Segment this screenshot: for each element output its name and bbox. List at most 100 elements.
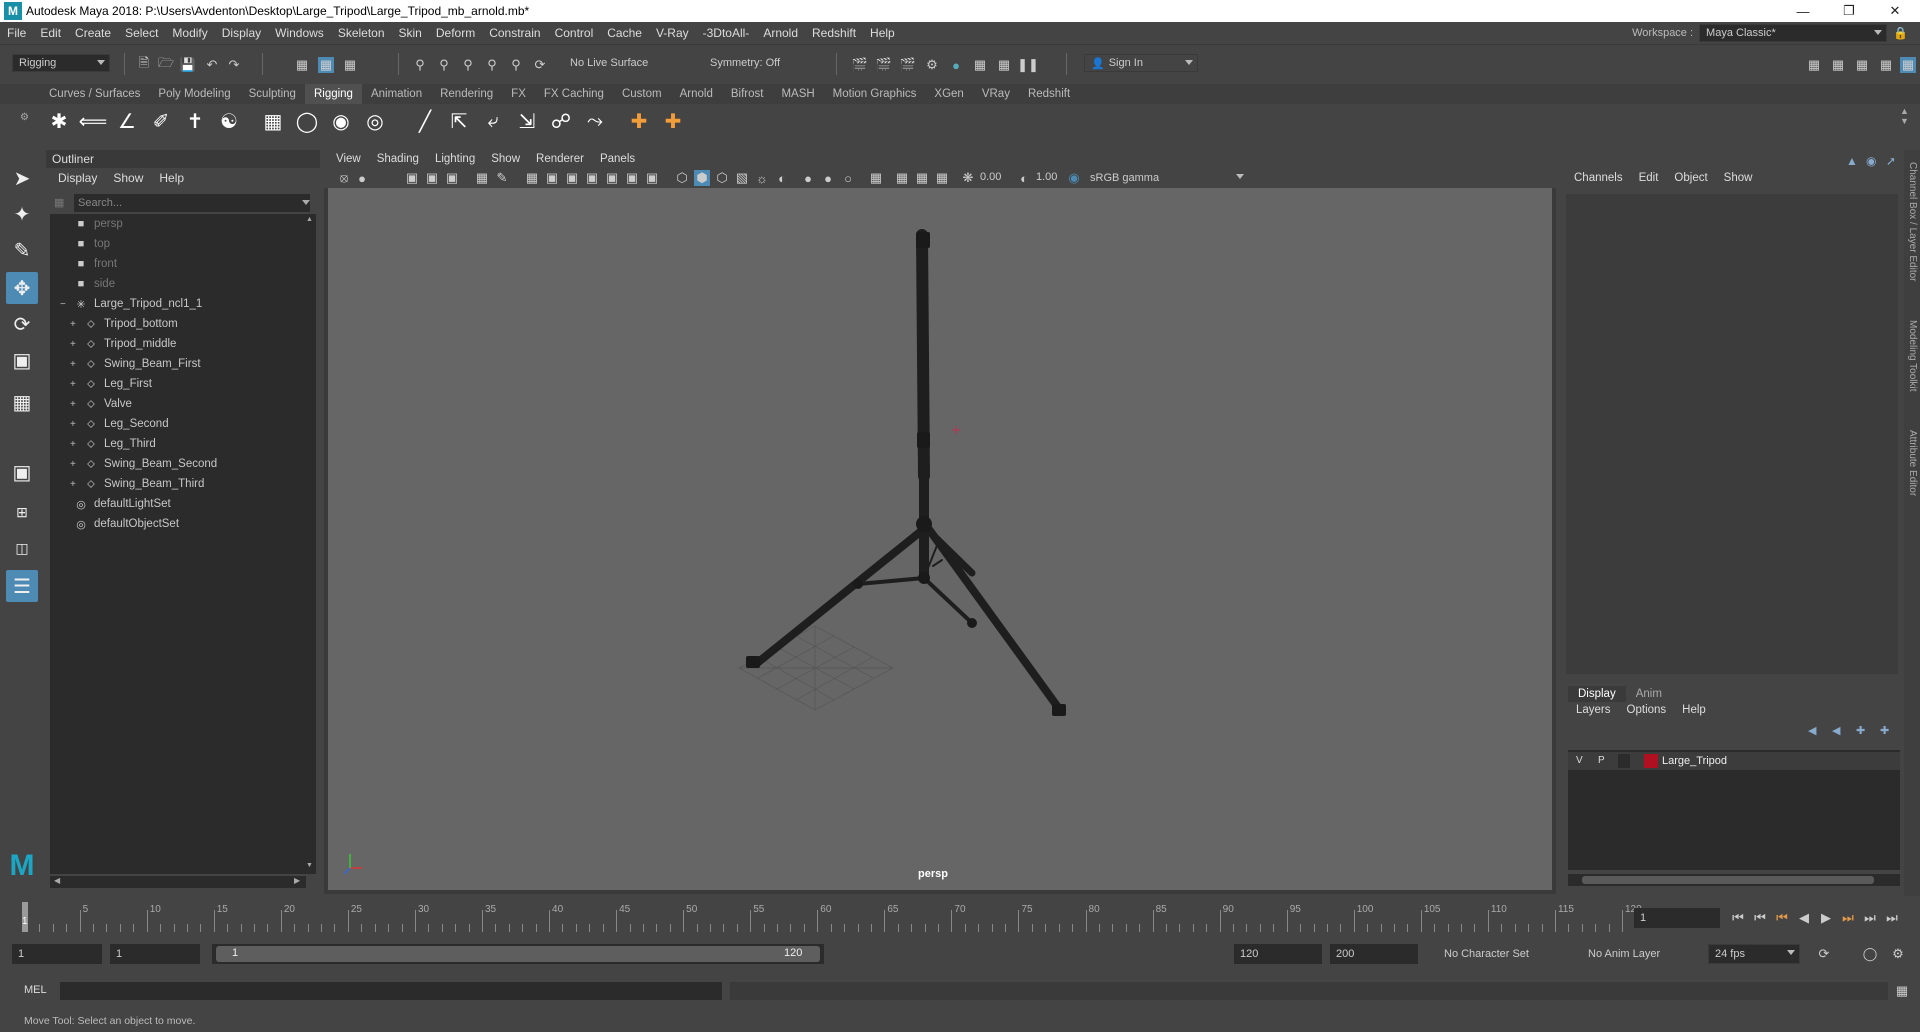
expand-icon[interactable]: + [70, 379, 80, 390]
outliner-vscrollbar[interactable] [304, 214, 316, 874]
scale-constraint-icon[interactable]: ⇲ [512, 106, 542, 136]
expand-icon[interactable]: + [70, 359, 80, 370]
textured-icon[interactable]: ▧ [734, 170, 750, 186]
scroll-thumb[interactable] [1582, 876, 1874, 884]
outliner-item[interactable]: + ⬦ Valve [70, 394, 132, 414]
command-input[interactable] [60, 982, 722, 1000]
render-frame-icon[interactable]: 🎬 [852, 57, 868, 73]
locator-icon[interactable]: ✚ [624, 106, 654, 136]
auto-key-icon[interactable]: ◯ [1862, 946, 1878, 962]
layer-display-type[interactable] [1618, 754, 1630, 768]
shelf-tab-bifrost[interactable]: Bifrost [722, 84, 773, 104]
outliner-item[interactable]: − ✳ Large_Tripod_ncl1_1 [60, 294, 202, 314]
viewport-canvas[interactable]: persp [328, 188, 1552, 890]
channel-box-menu-channels[interactable]: Channels [1566, 172, 1631, 184]
xray-components-icon[interactable]: ▦ [934, 170, 950, 186]
viewport-menu-panels[interactable]: Panels [592, 153, 643, 165]
range-thumb[interactable] [216, 946, 820, 962]
shelf-tab-poly-modeling[interactable]: Poly Modeling [149, 84, 239, 104]
menu-arnold[interactable]: Arnold [756, 26, 805, 40]
loop-icon[interactable]: ⟳ [1816, 946, 1832, 962]
menu-skin[interactable]: Skin [392, 26, 429, 40]
quick-rig-icon[interactable]: ✐ [146, 106, 176, 136]
shelf-tab-arnold[interactable]: Arnold [671, 84, 722, 104]
lasso-tool-icon[interactable]: ✦ [6, 198, 38, 230]
symmetry-dropdown[interactable]: Symmetry: Off [704, 54, 804, 72]
new-scene-icon[interactable]: 🗎 [136, 55, 152, 73]
channel-box-icon-a[interactable]: ▲ [1846, 154, 1858, 168]
outliner-search-input[interactable]: Search... [74, 194, 310, 212]
select-camera-icon[interactable]: ⦻ [336, 170, 352, 186]
grease-pencil-icon[interactable]: ✎ [494, 170, 510, 186]
new-layer-selected-icon[interactable]: ✚ [1880, 724, 1889, 737]
step-back-key-icon[interactable]: ⏮ [1752, 910, 1768, 926]
viewport-menu-shading[interactable]: Shading [369, 153, 427, 165]
channel-box-menu-edit[interactable]: Edit [1631, 172, 1667, 184]
layer-row[interactable]: V P Large_Tripod [1568, 752, 1900, 770]
two-d-pan-icon[interactable]: ▦ [474, 170, 490, 186]
go-to-end-icon[interactable]: ⏭ [1884, 910, 1900, 926]
lattice-icon[interactable]: ◯ [292, 106, 322, 136]
grid-icon[interactable]: ▦ [524, 170, 540, 186]
go-to-start-icon[interactable]: ⏮ [1730, 910, 1746, 926]
sign-in-button[interactable]: 👤 Sign In [1084, 54, 1198, 72]
gamma-field[interactable]: 1.00 [1036, 171, 1057, 183]
outliner-hscrollbar[interactable] [50, 876, 306, 888]
outliner-item[interactable]: ◎ defaultLightSet [74, 494, 171, 514]
gamma-icon[interactable]: ◐ [1016, 170, 1032, 186]
expand-icon[interactable]: + [70, 479, 80, 490]
last-tool-icon[interactable]: ▦ [6, 386, 38, 418]
camera-lock-icon[interactable]: ● [354, 170, 370, 186]
expand-icon[interactable]: + [70, 339, 80, 350]
wireframe-icon[interactable]: ⬡ [674, 170, 690, 186]
menu-select[interactable]: Select [118, 26, 165, 40]
select-component-icon[interactable]: ▦ [342, 57, 358, 73]
xray-icon[interactable]: ▦ [894, 170, 910, 186]
four-view-icon[interactable]: ⊞ [6, 496, 38, 528]
outliner-item[interactable]: ■ persp [74, 214, 123, 234]
menu-skeleton[interactable]: Skeleton [331, 26, 392, 40]
outliner-menu-display[interactable]: Display [50, 171, 105, 185]
cluster-icon[interactable]: ◎ [360, 106, 390, 136]
point-constraint-icon[interactable]: ╱ [410, 106, 440, 136]
smooth-shade-icon[interactable]: ⬢ [694, 170, 710, 186]
select-tool-icon[interactable]: ➤ [6, 162, 38, 194]
outliner-item[interactable]: + ⬦ Leg_Second [70, 414, 169, 434]
open-scene-icon[interactable]: 🗁 [158, 55, 174, 73]
channel-box-icon-c[interactable]: ➚ [1886, 154, 1896, 168]
use-all-lights-icon[interactable]: ☼ [754, 170, 770, 186]
move-layer-up-icon[interactable]: ◀ [1808, 724, 1816, 737]
ipr-render-icon[interactable]: 🎬 [900, 57, 916, 73]
filter-icon[interactable]: ▦ [54, 196, 64, 209]
layer-menu-layers[interactable]: Layers [1568, 704, 1619, 716]
ik-handle-icon[interactable]: ⟸ [78, 106, 108, 136]
snap-grid-icon[interactable]: ⚲ [412, 57, 428, 73]
time-slider-track[interactable]: 5 10 15 20 25 30 35 40 45 50 55 60 65 70 75 80 85 90 95 100… [16, 902, 1642, 932]
shelf-tab-mash[interactable]: MASH [772, 84, 823, 104]
render-view-icon[interactable]: ▦ [972, 57, 988, 73]
shelf-tab-motion-graphics[interactable]: Motion Graphics [824, 84, 926, 104]
channel-box-side-tab[interactable]: Channel Box / Layer Editor [1907, 162, 1918, 282]
safe-title-icon[interactable]: ▣ [644, 170, 660, 186]
channel-box-menu-show[interactable]: Show [1716, 172, 1761, 184]
single-view-icon[interactable]: ▣ [6, 456, 38, 488]
outliner-item[interactable]: ■ front [74, 254, 117, 274]
outliner-item[interactable]: + ⬦ Tripod_middle [70, 334, 176, 354]
step-forward-frame-icon[interactable]: ⏭ [1840, 910, 1856, 926]
pole-vector-icon[interactable]: ⤳ [580, 106, 610, 136]
viewport-menu-renderer[interactable]: Renderer [528, 153, 592, 165]
expand-icon[interactable]: + [70, 399, 80, 410]
aim-constraint-icon[interactable]: ⇱ [444, 106, 474, 136]
channel-box-menu-object[interactable]: Object [1666, 172, 1715, 184]
menu-deform[interactable]: Deform [429, 26, 482, 40]
fps-dropdown[interactable]: 24 fps [1708, 944, 1800, 964]
shelf-tab-custom[interactable]: Custom [613, 84, 671, 104]
outliner-item[interactable]: + ⬦ Swing_Beam_First [70, 354, 201, 374]
playback-end-field[interactable]: 120 [1234, 944, 1322, 964]
layer-hscrollbar[interactable] [1568, 874, 1900, 886]
step-forward-key-icon[interactable]: ⏭ [1862, 910, 1878, 926]
character-set-dropdown[interactable]: No Character Set [1438, 944, 1554, 964]
snap-curve-icon[interactable]: ⚲ [436, 57, 452, 73]
scroll-right-icon[interactable]: ▶ [294, 876, 300, 885]
viewport-menu-view[interactable]: View [328, 153, 369, 165]
